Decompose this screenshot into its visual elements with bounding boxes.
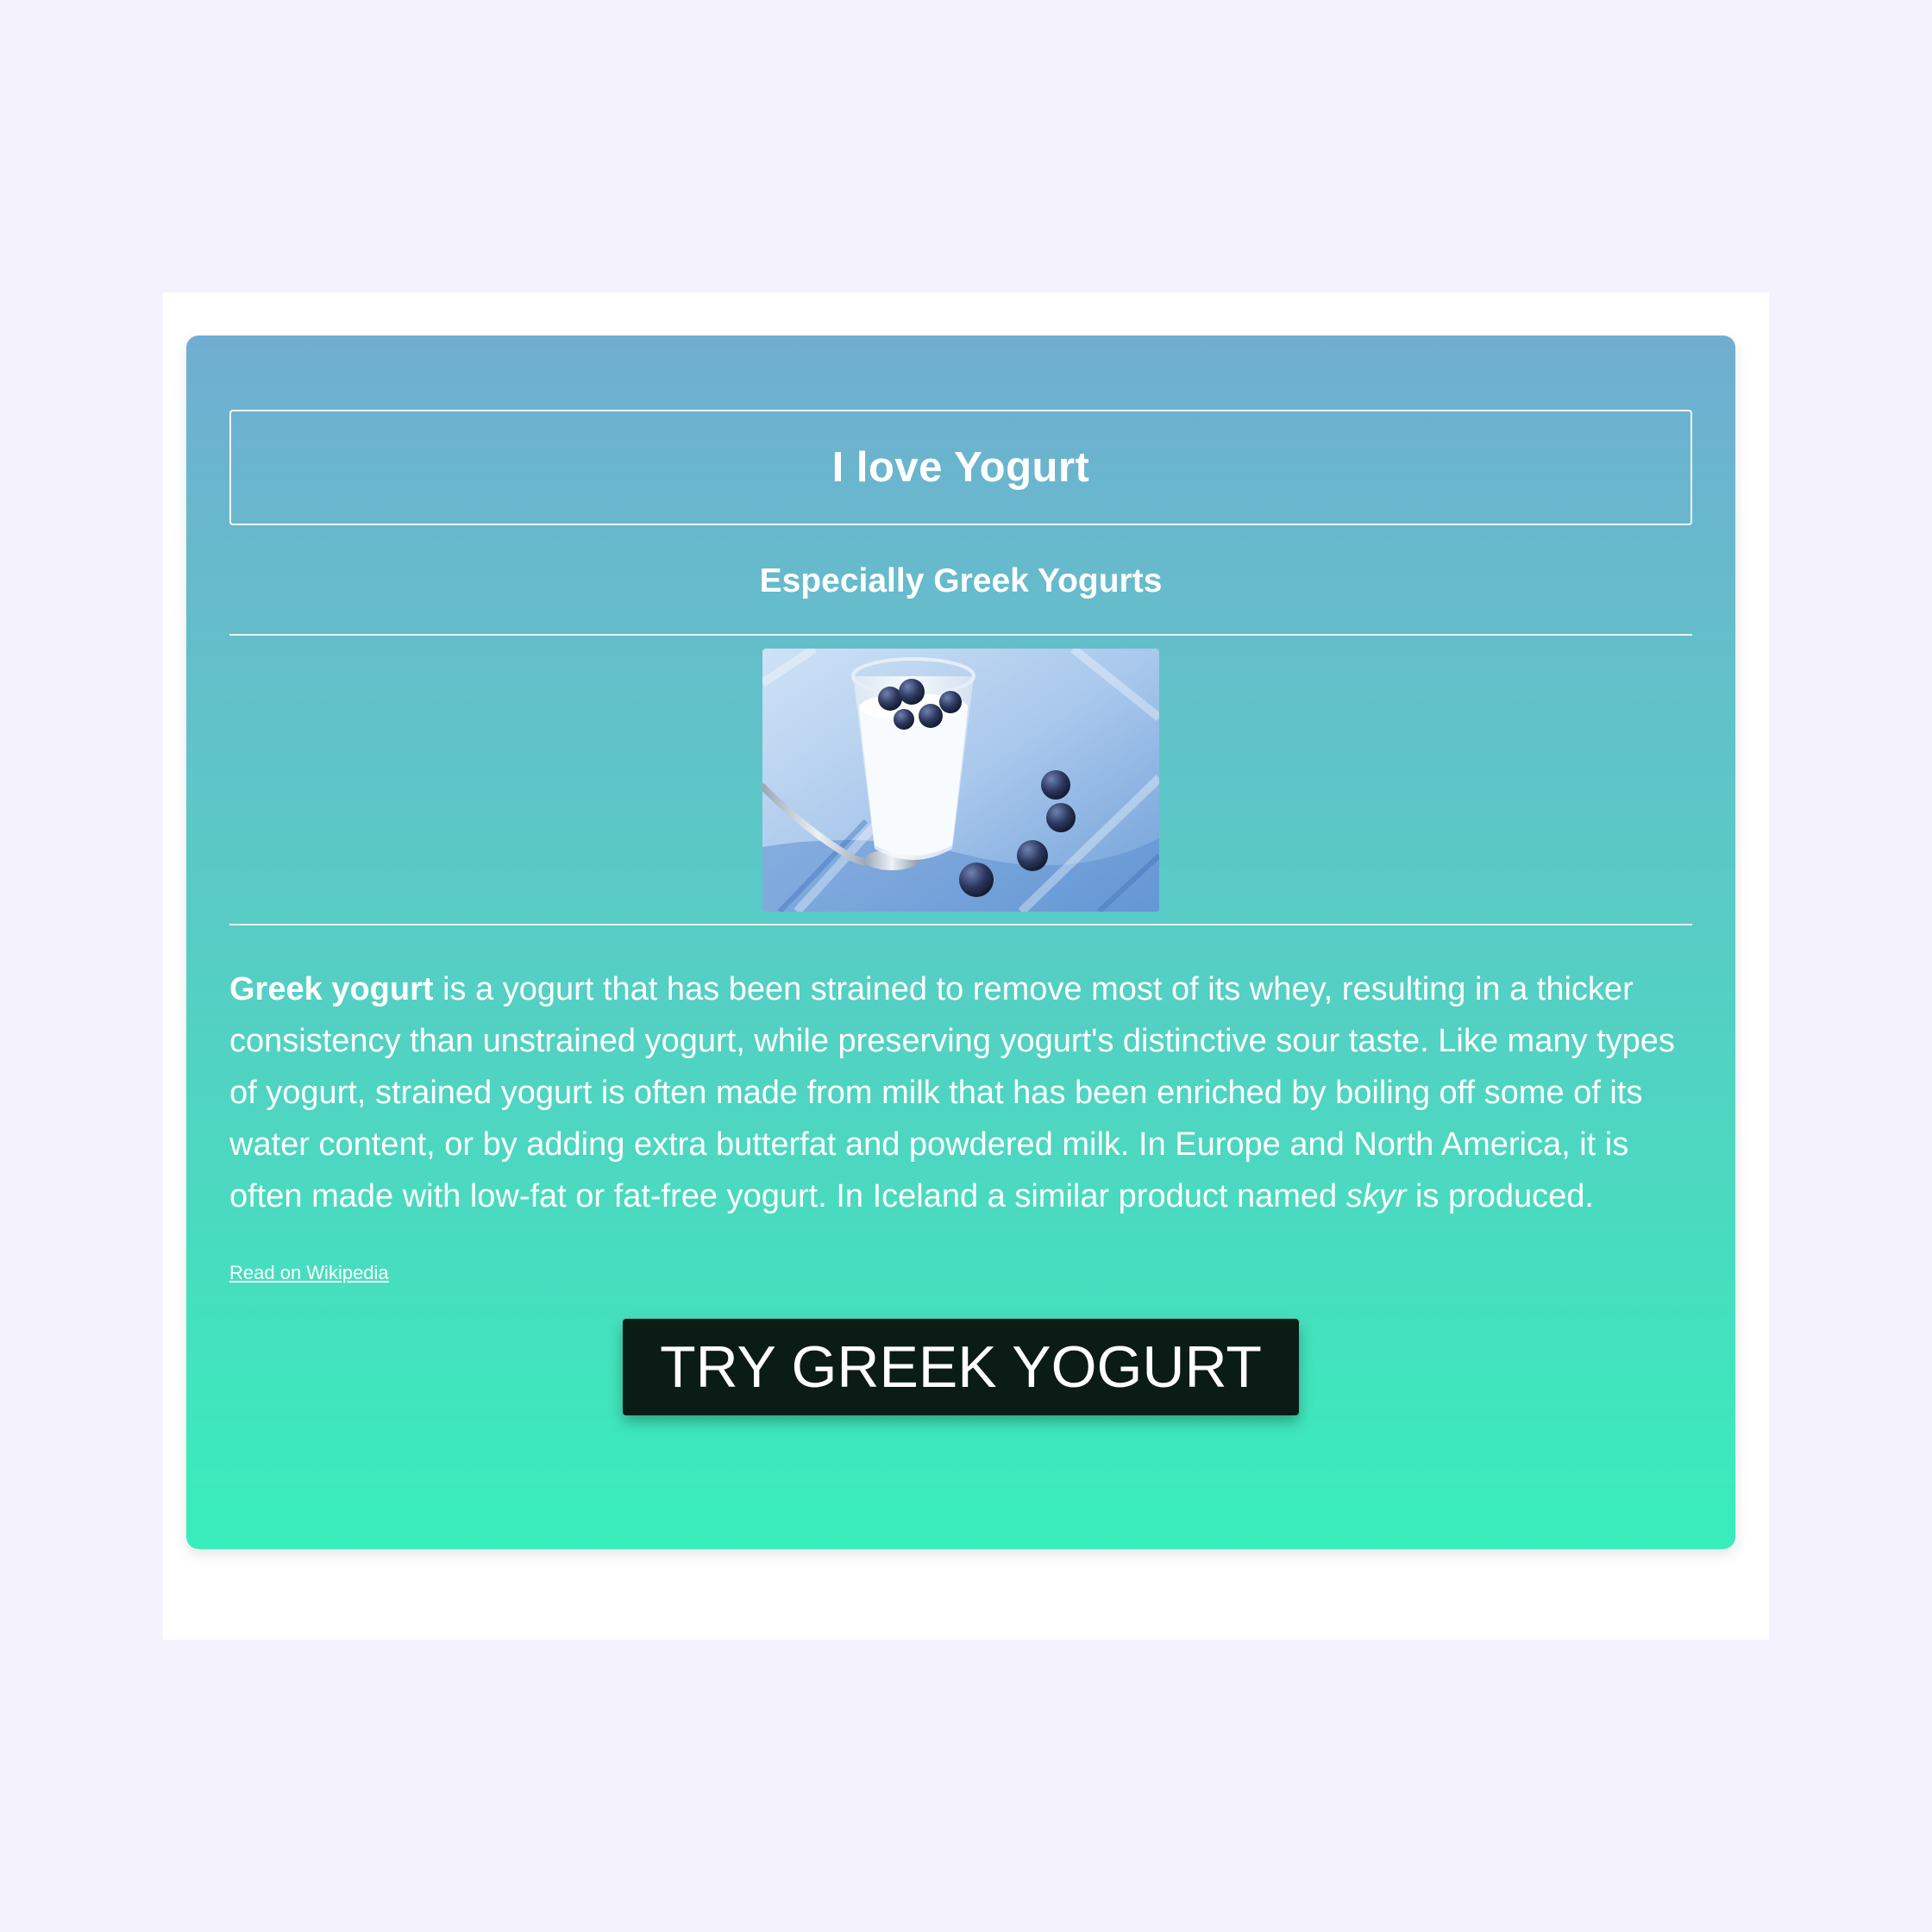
title-box: I love Yogurt: [229, 410, 1692, 525]
wikipedia-link[interactable]: Read on Wikipedia: [229, 1262, 389, 1284]
yogurt-card: I love Yogurt Especially Greek Yogurts G…: [186, 336, 1735, 1549]
divider-bottom: [229, 924, 1692, 925]
description-text-2: is produced.: [1406, 1178, 1594, 1214]
cta-row: TRY GREEK YOGURT: [229, 1319, 1692, 1415]
description-italic-word: skyr: [1346, 1178, 1407, 1214]
page-subtitle: Especially Greek Yogurts: [759, 562, 1163, 599]
try-greek-yogurt-button[interactable]: TRY GREEK YOGURT: [623, 1319, 1299, 1415]
image-container: [229, 636, 1692, 924]
page-frame: I love Yogurt Especially Greek Yogurts G…: [163, 292, 1769, 1640]
description-paragraph: Greek yogurt is a yogurt that has been s…: [229, 963, 1692, 1222]
yogurt-image: [762, 648, 1159, 912]
page-title: I love Yogurt: [831, 444, 1090, 491]
description-bold-lead: Greek yogurt: [229, 971, 434, 1007]
